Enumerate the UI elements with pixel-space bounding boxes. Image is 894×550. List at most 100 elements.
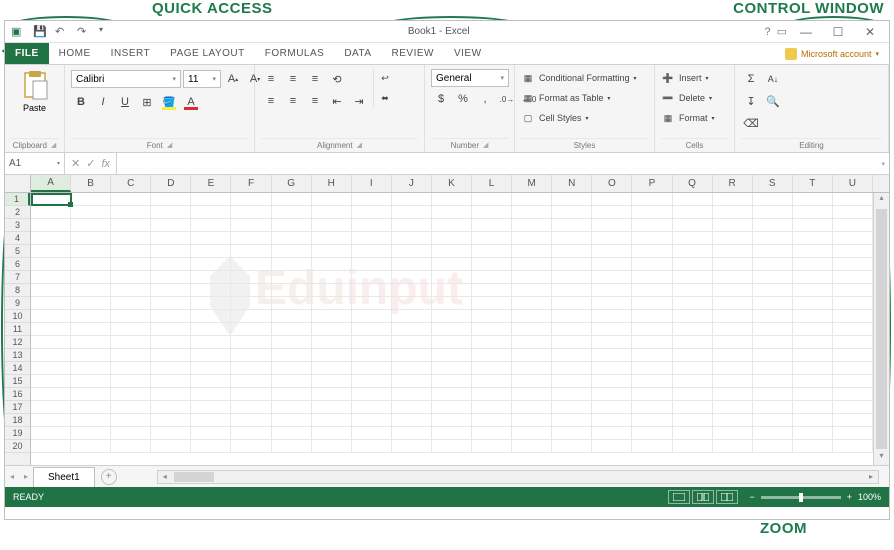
column-header-H[interactable]: H <box>312 175 352 192</box>
cell[interactable] <box>352 232 392 244</box>
vertical-scrollbar[interactable]: ▴ ▾ <box>873 193 889 465</box>
cell[interactable] <box>312 284 352 296</box>
cell[interactable] <box>392 375 432 387</box>
cell[interactable] <box>632 375 672 387</box>
cell[interactable] <box>512 362 552 374</box>
cell[interactable] <box>111 414 151 426</box>
cell[interactable] <box>753 427 793 439</box>
clipboard-launcher-icon[interactable]: ◢ <box>51 141 56 150</box>
cell[interactable] <box>432 440 472 452</box>
cell[interactable] <box>472 440 512 452</box>
cell[interactable] <box>472 401 512 413</box>
cell[interactable] <box>552 401 592 413</box>
cell[interactable] <box>352 427 392 439</box>
cell[interactable] <box>713 362 753 374</box>
cell[interactable] <box>71 375 111 387</box>
cell[interactable] <box>272 219 312 231</box>
cell[interactable] <box>352 284 392 296</box>
row-header-20[interactable]: 20 <box>5 440 30 453</box>
cell[interactable] <box>392 440 432 452</box>
cell[interactable] <box>592 284 632 296</box>
cell[interactable] <box>231 375 271 387</box>
cell[interactable] <box>472 323 512 335</box>
cell[interactable] <box>632 349 672 361</box>
cell[interactable] <box>632 206 672 218</box>
cell[interactable] <box>592 362 632 374</box>
cell[interactable] <box>151 232 191 244</box>
cell[interactable] <box>231 193 271 205</box>
cell[interactable] <box>472 232 512 244</box>
cell[interactable] <box>151 375 191 387</box>
cell[interactable] <box>512 401 552 413</box>
cell[interactable] <box>753 323 793 335</box>
cell[interactable] <box>592 349 632 361</box>
cell[interactable] <box>552 219 592 231</box>
cell[interactable] <box>793 336 833 348</box>
column-header-N[interactable]: N <box>552 175 592 192</box>
cell[interactable] <box>673 258 713 270</box>
cell[interactable] <box>231 310 271 322</box>
cell[interactable] <box>472 349 512 361</box>
cell[interactable] <box>151 401 191 413</box>
cell[interactable] <box>793 206 833 218</box>
cell[interactable] <box>111 271 151 283</box>
help-icon[interactable]: ? <box>764 26 770 38</box>
cell[interactable] <box>71 219 111 231</box>
bold-button[interactable]: B <box>71 92 91 112</box>
cell[interactable] <box>272 271 312 283</box>
cell[interactable] <box>673 232 713 244</box>
cell[interactable] <box>833 362 873 374</box>
row-header-2[interactable]: 2 <box>5 206 30 219</box>
cell[interactable] <box>231 440 271 452</box>
cell[interactable] <box>151 245 191 257</box>
cell[interactable] <box>392 271 432 283</box>
cell[interactable] <box>71 232 111 244</box>
cell[interactable] <box>312 440 352 452</box>
cell[interactable] <box>392 323 432 335</box>
cell[interactable] <box>272 297 312 309</box>
cell[interactable] <box>191 414 231 426</box>
cell[interactable] <box>312 414 352 426</box>
cell[interactable] <box>793 414 833 426</box>
enter-formula-icon[interactable]: ✓ <box>86 157 95 170</box>
cell[interactable] <box>31 375 71 387</box>
cell[interactable] <box>272 388 312 400</box>
cell[interactable] <box>512 219 552 231</box>
cell[interactable] <box>151 284 191 296</box>
column-header-K[interactable]: K <box>432 175 472 192</box>
cell[interactable] <box>71 297 111 309</box>
cell[interactable] <box>71 245 111 257</box>
font-name-select[interactable]: Calibri▾ <box>71 70 181 88</box>
cell[interactable] <box>312 375 352 387</box>
cell[interactable] <box>151 310 191 322</box>
cell[interactable] <box>352 440 392 452</box>
align-center-icon[interactable]: ≡ <box>283 91 303 111</box>
column-header-E[interactable]: E <box>191 175 231 192</box>
cell[interactable] <box>352 375 392 387</box>
align-right-icon[interactable]: ≡ <box>305 91 325 111</box>
cell[interactable] <box>392 349 432 361</box>
cell[interactable] <box>31 349 71 361</box>
zoom-thumb[interactable] <box>799 493 803 502</box>
cell[interactable] <box>31 206 71 218</box>
cell[interactable] <box>833 271 873 283</box>
cell[interactable] <box>71 401 111 413</box>
cell[interactable] <box>833 232 873 244</box>
cell[interactable] <box>632 245 672 257</box>
cell[interactable] <box>71 440 111 452</box>
cell[interactable] <box>592 232 632 244</box>
number-launcher-icon[interactable]: ◢ <box>483 141 488 150</box>
row-header-8[interactable]: 8 <box>5 284 30 297</box>
merge-center-button[interactable]: ⬌ <box>378 89 392 107</box>
cell[interactable] <box>753 258 793 270</box>
cell[interactable] <box>111 401 151 413</box>
tab-file[interactable]: FILE <box>5 43 49 64</box>
cell[interactable] <box>392 401 432 413</box>
cell[interactable] <box>432 297 472 309</box>
cell[interactable] <box>713 297 753 309</box>
cell[interactable] <box>753 206 793 218</box>
delete-cells-button[interactable]: ➖Delete▾ <box>661 89 712 107</box>
cell[interactable] <box>833 375 873 387</box>
cell[interactable] <box>552 388 592 400</box>
underline-button[interactable]: U <box>115 92 135 112</box>
